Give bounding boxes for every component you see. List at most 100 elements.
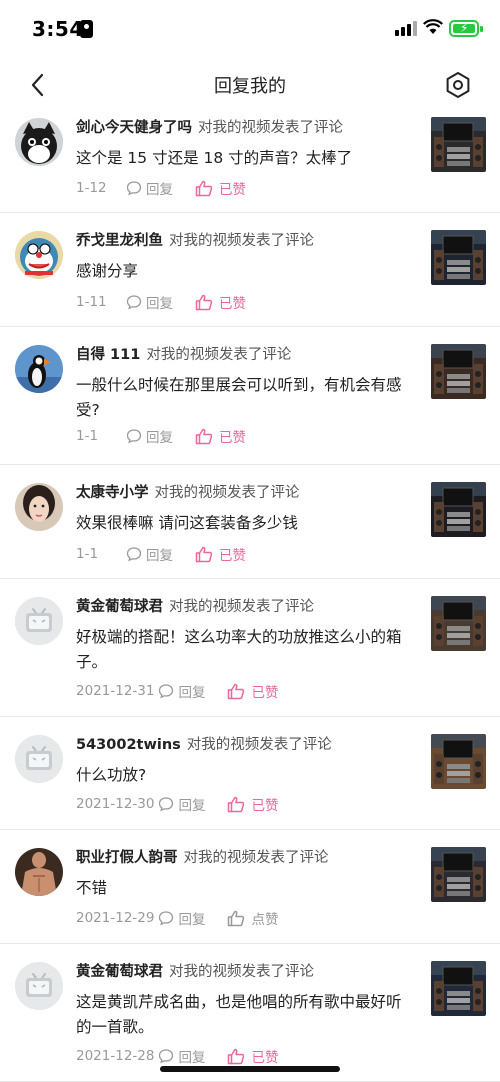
comment-date: 2021-12-28 — [76, 1048, 155, 1064]
avatar[interactable] — [15, 231, 63, 279]
action-text: 对我的视频发表了评论 — [183, 850, 329, 866]
thumbs-up-icon — [195, 428, 219, 445]
comment-meta: 1-1 回复 已赞 — [76, 544, 246, 564]
thumbs-up-icon — [227, 796, 251, 813]
username[interactable]: 543002twins — [76, 737, 181, 753]
comment-text: 这个是 15 寸还是 18 寸的声音？太棒了 — [76, 149, 353, 167]
like-button[interactable]: 已赞 — [195, 178, 246, 198]
avatar[interactable] — [15, 597, 63, 645]
reply-button[interactable]: 回复 — [158, 1046, 205, 1066]
reply-button[interactable]: 回复 — [158, 908, 205, 928]
avatar[interactable] — [15, 345, 63, 393]
thumbs-up-icon — [195, 180, 219, 197]
username[interactable]: 太康寺小学 — [76, 485, 149, 501]
comment-text: 这是黄凯芹成名曲，也是他唱的所有歌中最好听的一首歌。 — [76, 993, 402, 1036]
username[interactable]: 乔戈里龙利鱼 — [76, 233, 163, 249]
list-item[interactable]: 乔戈里龙利鱼 对我的视频发表了评论 感谢分享 1-11 回复 已赞 — [0, 213, 500, 327]
reply-icon — [158, 910, 178, 926]
action-text: 对我的视频发表了评论 — [169, 964, 314, 980]
username[interactable]: 黄金葡萄球君 — [76, 964, 163, 980]
like-button[interactable]: 点赞 — [227, 908, 278, 928]
list-item[interactable]: 黄金葡萄球君 对我的视频发表了评论这是黄凯芹成名曲，也是他唱的所有歌中最好听的一首… — [0, 944, 500, 1082]
like-button[interactable]: 已赞 — [195, 426, 246, 446]
avatar[interactable] — [15, 848, 63, 896]
battery-icon: ⚡ — [449, 20, 483, 37]
list-item[interactable]: 剑心今天健身了吗 对我的视频发表了评论 这个是 15 寸还是 18 寸的声音？太棒了… — [0, 100, 500, 213]
settings-icon[interactable] — [444, 71, 472, 99]
avatar[interactable] — [15, 962, 63, 1010]
list-item[interactable]: 太康寺小学 对我的视频发表了评论 效果很棒嘛 请问这套装备多少钱 1-1 回复 已赞 — [0, 465, 500, 579]
thumbs-up-icon — [227, 683, 251, 700]
like-button[interactable]: 已赞 — [227, 681, 278, 701]
reply-button[interactable]: 回复 — [126, 426, 173, 446]
reply-label: 回复 — [178, 798, 206, 814]
wifi-icon — [423, 19, 443, 34]
avatar[interactable] — [15, 483, 63, 531]
reply-icon — [126, 546, 146, 562]
comment-meta: 2021-12-30 回复 已赞 — [76, 794, 278, 814]
comment-header: 自得 111 对我的视频发表了评论 — [76, 345, 411, 365]
home-indicator — [160, 1066, 340, 1072]
comment-date: 1-11 — [76, 294, 107, 310]
reply-button[interactable]: 回复 — [126, 544, 173, 564]
like-button[interactable]: 已赞 — [195, 292, 246, 312]
list-item[interactable]: 自得 111 对我的视频发表了评论 一般什么时候在那里展会可以听到，有机会有感受? 1… — [0, 327, 500, 465]
reply-label: 回复 — [178, 912, 206, 928]
reply-label: 回复 — [178, 1050, 206, 1066]
contact-icon — [80, 20, 93, 38]
video-thumbnail[interactable] — [431, 482, 486, 537]
list-item[interactable]: 黄金葡萄球君 对我的视频发表了评论好极端的搭配！这么功率大的功放推这么小的箱子。 2… — [0, 579, 500, 717]
avatar[interactable] — [15, 735, 63, 783]
avatar[interactable] — [15, 118, 63, 166]
video-thumbnail[interactable] — [431, 117, 486, 172]
reply-icon — [158, 683, 178, 699]
comment-date: 2021-12-31 — [76, 683, 155, 699]
like-label: 已赞 — [219, 548, 246, 564]
comment-date: 2021-12-30 — [76, 796, 155, 812]
video-thumbnail[interactable] — [431, 596, 486, 651]
video-thumbnail[interactable] — [431, 230, 486, 285]
comment-text: 一般什么时候在那里展会可以听到，有机会有感受? — [76, 376, 402, 419]
comment-body: 剑心今天健身了吗 对我的视频发表了评论 这个是 15 寸还是 18 寸的声音？太棒了 — [76, 118, 411, 171]
username[interactable]: 黄金葡萄球君 — [76, 599, 163, 615]
video-thumbnail[interactable] — [431, 734, 486, 789]
like-button[interactable]: 已赞 — [195, 544, 246, 564]
reply-icon — [126, 428, 146, 444]
comment-header: 剑心今天健身了吗 对我的视频发表了评论 — [76, 118, 411, 138]
reply-button[interactable]: 回复 — [158, 794, 205, 814]
reply-label: 回复 — [146, 296, 173, 312]
username[interactable]: 剑心今天健身了吗 — [76, 120, 192, 136]
action-text: 对我的视频发表了评论 — [198, 120, 343, 136]
reply-button[interactable]: 回复 — [126, 178, 173, 198]
action-text: 对我的视频发表了评论 — [169, 599, 314, 615]
like-button[interactable]: 已赞 — [227, 794, 278, 814]
comment-text: 好极端的搭配！这么功率大的功放推这么小的箱子。 — [76, 628, 402, 671]
video-thumbnail[interactable] — [431, 847, 486, 902]
list-item[interactable]: 543002twins 对我的视频发表了评论 什么功放? 2021-12-30 回复 已赞 — [0, 717, 500, 830]
comment-date: 1-1 — [76, 546, 99, 562]
reply-label: 回复 — [146, 430, 173, 446]
comment-body: 自得 111 对我的视频发表了评论一般什么时候在那里展会可以听到，有机会有感受? — [76, 345, 411, 423]
thumbs-up-icon — [195, 546, 219, 563]
like-label: 已赞 — [219, 182, 246, 198]
like-label: 已赞 — [219, 296, 246, 312]
like-button[interactable]: 已赞 — [227, 1046, 278, 1066]
action-text: 对我的视频发表了评论 — [169, 233, 314, 249]
reply-button[interactable]: 回复 — [126, 292, 173, 312]
comment-header: 乔戈里龙利鱼 对我的视频发表了评论 — [76, 231, 411, 251]
comment-body: 543002twins 对我的视频发表了评论 什么功放? — [76, 735, 411, 788]
page-title: 回复我的 — [214, 76, 286, 97]
comment-body: 黄金葡萄球君 对我的视频发表了评论这是黄凯芹成名曲，也是他唱的所有歌中最好听的一首… — [76, 962, 411, 1040]
like-label: 已赞 — [251, 798, 279, 814]
comment-date: 2021-12-29 — [76, 910, 155, 926]
video-thumbnail[interactable] — [431, 344, 486, 399]
comment-text: 感谢分享 — [76, 262, 139, 280]
video-thumbnail[interactable] — [431, 961, 486, 1016]
reply-button[interactable]: 回复 — [158, 681, 205, 701]
list-item[interactable]: 职业打假人韵哥 对我的视频发表了评论 不错 2021-12-29 回复 点赞 — [0, 830, 500, 944]
username[interactable]: 职业打假人韵哥 — [76, 850, 178, 866]
username[interactable]: 自得 111 — [76, 347, 140, 363]
action-text: 对我的视频发表了评论 — [154, 485, 300, 501]
reply-icon — [126, 180, 146, 196]
comment-meta: 1-12 回复 已赞 — [76, 178, 246, 198]
